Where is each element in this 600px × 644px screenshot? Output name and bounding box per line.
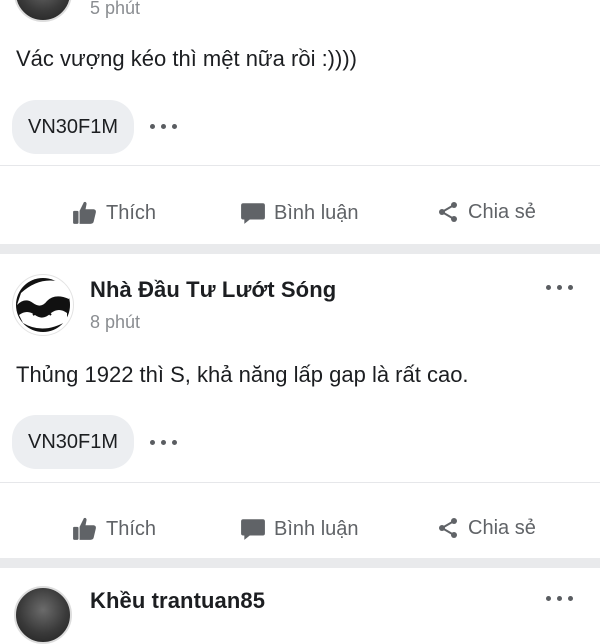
like-button[interactable]: Thích: [72, 200, 156, 226]
divider: [0, 482, 600, 483]
like-label: Thích: [106, 201, 157, 224]
thumbs-up-icon: [73, 517, 96, 540]
like-button[interactable]: Thích: [72, 516, 156, 542]
thumbs-up-icon: [73, 201, 96, 224]
comment-icon: [241, 519, 265, 540]
share-icon: [439, 202, 457, 222]
comment-button[interactable]: Bình luận: [240, 516, 359, 542]
share-button[interactable]: Chia sẻ: [436, 516, 536, 540]
post-separator: [0, 244, 600, 254]
comment-label: Bình luận: [274, 517, 359, 540]
more-options-icon[interactable]: [150, 124, 177, 129]
stock-tag-chip[interactable]: VN30F1M: [12, 100, 134, 154]
author-name[interactable]: Khều trantuan85: [90, 588, 265, 614]
wave-logo-icon: [16, 278, 70, 332]
post-menu-icon[interactable]: [546, 596, 573, 601]
more-options-icon[interactable]: [150, 440, 177, 445]
divider: [0, 165, 600, 166]
post-menu-icon[interactable]: [546, 285, 573, 290]
comment-icon: [241, 203, 265, 224]
share-icon: [439, 518, 457, 538]
share-label: Chia sẻ: [468, 516, 536, 539]
share-label: Chia sẻ: [468, 200, 536, 223]
post-text: Vác vượng kéo thì mệt nữa rồi :)))): [16, 46, 357, 71]
comment-button[interactable]: Bình luận: [240, 200, 359, 226]
stock-tag-chip[interactable]: VN30F1M: [12, 415, 134, 469]
share-button[interactable]: Chia sẻ: [436, 200, 536, 224]
post-text: Thủng 1922 thì S, khả năng lấp gap là rấ…: [16, 362, 469, 387]
post-time: 5 phút: [90, 0, 141, 18]
like-label: Thích: [106, 517, 157, 540]
author-avatar[interactable]: [14, 586, 72, 644]
post-time: 8 phút: [90, 312, 141, 332]
author-name[interactable]: Nhà Đầu Tư Lướt Sóng: [90, 277, 336, 303]
comment-label: Bình luận: [274, 201, 359, 224]
post-separator: [0, 558, 600, 568]
author-avatar[interactable]: [12, 274, 74, 336]
author-avatar[interactable]: [14, 0, 72, 22]
